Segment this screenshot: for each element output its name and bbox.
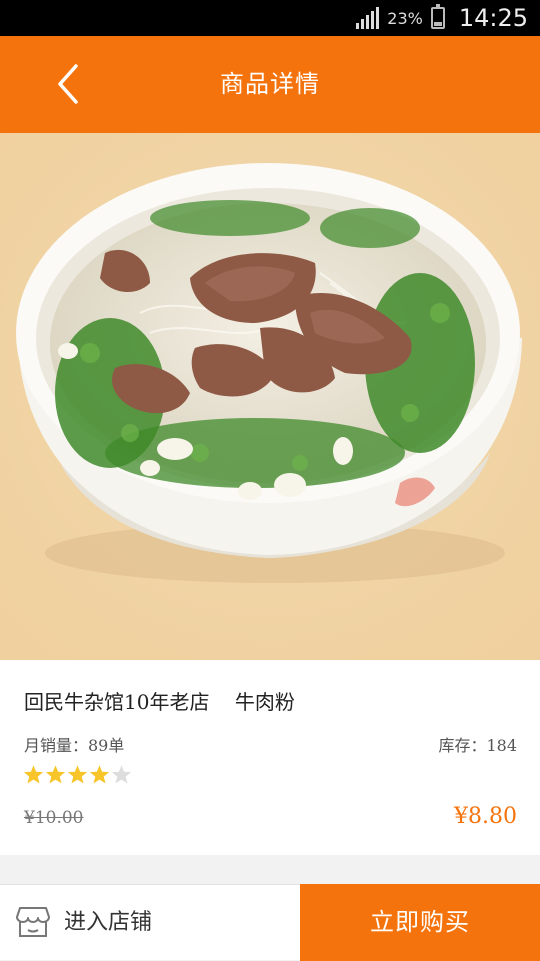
- product-image: [0, 133, 540, 660]
- battery-icon: [430, 4, 445, 29]
- store-icon: [16, 907, 50, 937]
- star-filled-icon: [23, 765, 44, 784]
- stock-count: 库存：184: [438, 736, 517, 755]
- signal-icon: [356, 7, 380, 29]
- monthly-sales: 月销量：89单: [24, 736, 125, 755]
- product-name: 回民牛杂馆10年老店 牛肉粉: [24, 690, 295, 714]
- enter-shop-button[interactable]: 进入店铺: [0, 885, 300, 961]
- original-price: ¥10.00: [24, 808, 84, 828]
- star-filled-icon: [89, 765, 110, 784]
- clock: 14:25: [458, 4, 528, 32]
- battery-percent: 23%: [387, 8, 423, 28]
- rating-stars: [23, 764, 132, 785]
- product-info-card: 回民牛杂馆10年老店 牛肉粉 月销量：89单 库存：184 ¥10.00 ¥8.…: [0, 660, 540, 855]
- buy-now-button[interactable]: 立即购买: [300, 884, 540, 961]
- status-bar: 23% 14:25: [0, 0, 540, 36]
- back-button[interactable]: [48, 62, 92, 106]
- star-filled-icon: [45, 765, 66, 784]
- status-bar-right: 23% 14:25: [356, 0, 528, 36]
- bottom-action-bar: 进入店铺 立即购买: [0, 884, 540, 961]
- current-price: ¥8.80: [454, 804, 517, 829]
- star-empty-icon: [111, 765, 132, 784]
- chevron-left-icon: [58, 64, 78, 104]
- app-header: 商品详情: [0, 36, 540, 133]
- enter-shop-label: 进入店铺: [64, 910, 153, 935]
- star-filled-icon: [67, 765, 88, 784]
